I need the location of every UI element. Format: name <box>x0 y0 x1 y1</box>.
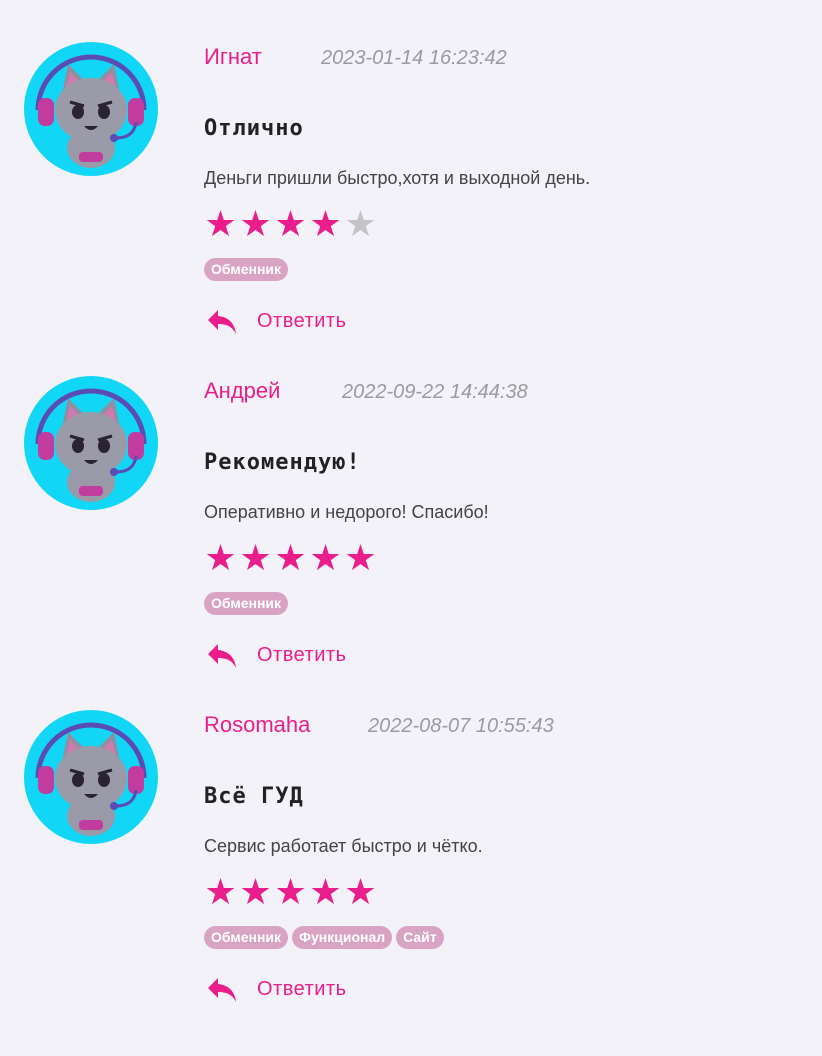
reply-label: Ответить <box>257 644 347 666</box>
review-date: 2023-01-14 16:23:42 <box>321 47 507 69</box>
review-tag[interactable]: Функционал <box>292 926 393 949</box>
review-tags: Обменник <box>204 592 292 615</box>
star-filled-icon: ★ <box>344 538 377 579</box>
rating-stars: ★★★★★ <box>203 204 378 246</box>
review-tag[interactable]: Обменник <box>204 592 289 615</box>
star-empty-icon: ★ <box>344 204 377 245</box>
reply-label: Ответить <box>257 978 347 1000</box>
review-tag[interactable]: Обменник <box>204 926 289 949</box>
star-filled-icon: ★ <box>239 204 272 245</box>
review-item: Rosomaha 2022-08-07 10:55:43 Всё ГУД Сер… <box>0 668 822 1002</box>
rating-stars: ★★★★★ <box>203 872 378 914</box>
review-text: Деньги пришли быстро,хотя и выходной ден… <box>204 168 591 188</box>
review-author[interactable]: Rosomaha <box>204 712 310 738</box>
review-title: Рекомендую! <box>204 450 361 475</box>
star-filled-icon: ★ <box>204 204 237 245</box>
star-filled-icon: ★ <box>274 872 307 913</box>
reply-icon <box>208 310 236 334</box>
review-tag[interactable]: Обменник <box>204 258 289 281</box>
review-tag[interactable]: Сайт <box>396 926 444 949</box>
avatar <box>24 710 158 844</box>
cat-gamer-headset-icon <box>35 388 147 502</box>
review-item: Андрей 2022-09-22 14:44:38 Рекомендую! О… <box>0 334 822 668</box>
review-item: Игнат 2023-01-14 16:23:42 Отлично Деньги… <box>0 0 822 334</box>
review-title: Отлично <box>204 116 304 141</box>
review-author[interactable]: Игнат <box>204 44 262 70</box>
review-tags: Обменник Функционал Сайт <box>204 926 448 949</box>
star-filled-icon: ★ <box>309 538 342 579</box>
star-filled-icon: ★ <box>344 872 377 913</box>
star-filled-icon: ★ <box>274 204 307 245</box>
review-tags: Обменник <box>204 258 292 281</box>
reply-icon <box>208 978 236 1002</box>
rating-stars: ★★★★★ <box>203 538 378 580</box>
review-text: Оперативно и недорого! Спасибо! <box>204 502 489 522</box>
review-date: 2022-08-07 10:55:43 <box>368 715 554 737</box>
cat-gamer-headset-icon <box>35 54 147 168</box>
star-filled-icon: ★ <box>274 538 307 579</box>
review-author[interactable]: Андрей <box>204 378 280 404</box>
star-filled-icon: ★ <box>309 872 342 913</box>
cat-gamer-headset-icon <box>35 722 147 836</box>
star-filled-icon: ★ <box>204 872 237 913</box>
star-filled-icon: ★ <box>204 538 237 579</box>
star-filled-icon: ★ <box>239 538 272 579</box>
reply-label: Ответить <box>257 310 347 332</box>
star-filled-icon: ★ <box>309 204 342 245</box>
review-text: Сервис работает быстро и чётко. <box>204 836 483 856</box>
review-title: Всё ГУД <box>204 784 304 809</box>
reply-icon <box>208 644 236 668</box>
avatar <box>24 376 158 510</box>
review-date: 2022-09-22 14:44:38 <box>342 381 528 403</box>
avatar <box>24 42 158 176</box>
star-filled-icon: ★ <box>239 872 272 913</box>
